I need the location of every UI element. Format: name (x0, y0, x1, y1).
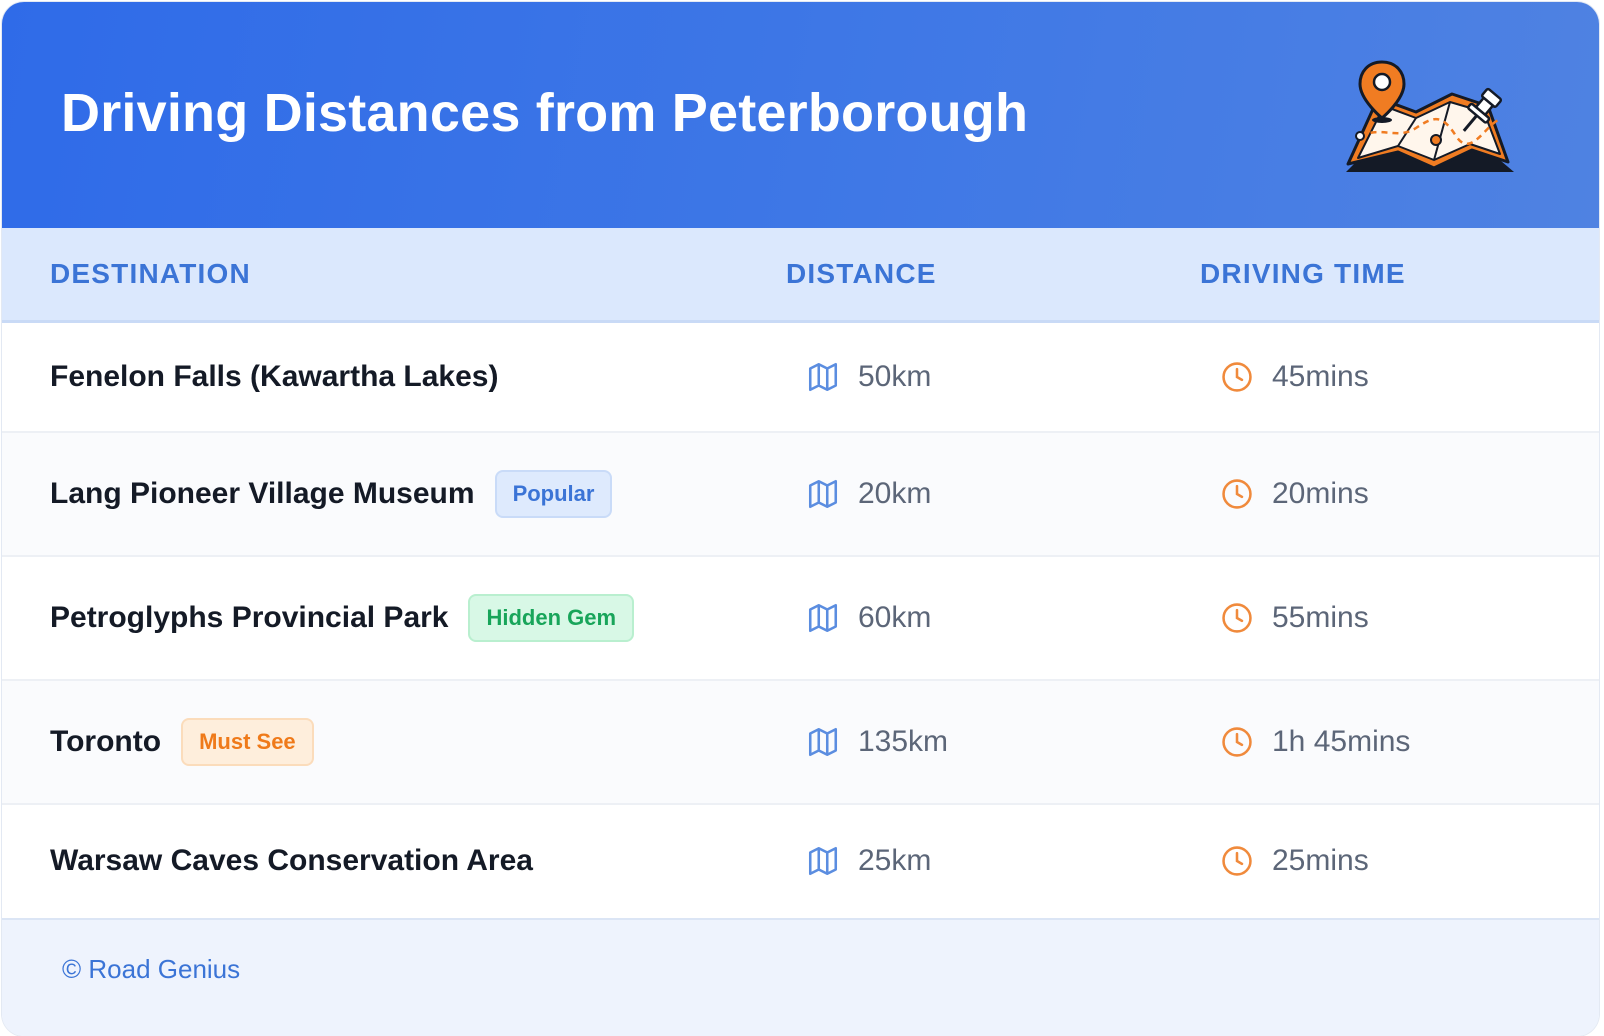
table-row: Lang Pioneer Village Museum Popular 20km… (2, 433, 1599, 557)
destination-cell: Fenelon Falls (Kawartha Lakes) (50, 323, 498, 431)
distance-value: 20km (858, 477, 932, 510)
driving-time-cell: 25mins (1220, 805, 1369, 917)
clock-icon (1222, 603, 1252, 633)
header-banner: Driving Distances from Peterborough (2, 2, 1599, 228)
page-title: Driving Distances from Peterborough (61, 83, 1029, 143)
table-row: Warsaw Caves Conservation Area 25km 25mi… (2, 805, 1599, 917)
footer-credit: © Road Genius (62, 954, 241, 984)
driving-time-value: 1h 45mins (1272, 725, 1411, 758)
distance-value: 135km (858, 725, 949, 758)
destination-cell: Warsaw Caves Conservation Area (50, 805, 533, 917)
destination-name: Petroglyphs Provincial Park (50, 601, 449, 634)
destination-cell: Lang Pioneer Village Museum Popular (50, 433, 613, 555)
popular-badge: Popular (494, 470, 613, 518)
clock-icon (1222, 727, 1252, 757)
distance-cell: 135km (806, 681, 948, 803)
destination-name: Toronto (50, 725, 162, 758)
distance-cell: 20km (806, 433, 931, 555)
driving-time-cell: 55mins (1220, 557, 1369, 679)
map-icon (808, 727, 838, 757)
table-header: DESTINATION DISTANCE DRIVING TIME (2, 228, 1599, 323)
driving-time-value: 20mins (1272, 477, 1369, 510)
table-row: Petroglyphs Provincial Park Hidden Gem 6… (2, 557, 1599, 681)
map-with-pins-icon (1346, 60, 1514, 172)
distance-value: 50km (858, 360, 932, 393)
map-icon (808, 846, 838, 876)
table-row: Toronto Must See 135km 1h 45mins (2, 681, 1599, 805)
clock-icon (1222, 846, 1252, 876)
table-row: Fenelon Falls (Kawartha Lakes) 50km 45mi… (2, 323, 1599, 433)
distance-table-card: Driving Distances from Peterborough DEST… (2, 2, 1599, 1036)
must-see-badge: Must See (181, 718, 314, 766)
driving-time-value: 55mins (1272, 601, 1369, 634)
driving-time-cell: 1h 45mins (1220, 681, 1410, 803)
driving-time-value: 45mins (1272, 360, 1369, 393)
clock-icon (1222, 479, 1252, 509)
table-body: Fenelon Falls (Kawartha Lakes) 50km 45mi… (2, 323, 1599, 917)
distance-value: 60km (858, 601, 932, 634)
map-icon (808, 362, 838, 392)
destination-cell: Toronto Must See (50, 681, 314, 803)
destination-name: Lang Pioneer Village Museum (50, 477, 475, 510)
footer: © Road Genius (2, 918, 1599, 1036)
driving-time-value: 25mins (1272, 844, 1369, 877)
map-icon (808, 479, 838, 509)
driving-time-cell: 20mins (1220, 433, 1369, 555)
column-header-destination: DESTINATION (50, 258, 251, 289)
driving-time-cell: 45mins (1220, 323, 1369, 431)
distance-cell: 25km (806, 805, 931, 917)
column-header-driving-time: DRIVING TIME (1200, 258, 1406, 289)
destination-name: Fenelon Falls (Kawartha Lakes) (50, 360, 499, 393)
distance-cell: 60km (806, 557, 931, 679)
destination-cell: Petroglyphs Provincial Park Hidden Gem (50, 557, 635, 679)
hidden-gem-badge: Hidden Gem (468, 594, 635, 642)
clock-icon (1222, 362, 1252, 392)
distance-value: 25km (858, 844, 932, 877)
distance-cell: 50km (806, 323, 931, 431)
map-icon (808, 603, 838, 633)
column-header-distance: DISTANCE (786, 258, 937, 289)
destination-name: Warsaw Caves Conservation Area (50, 844, 533, 877)
